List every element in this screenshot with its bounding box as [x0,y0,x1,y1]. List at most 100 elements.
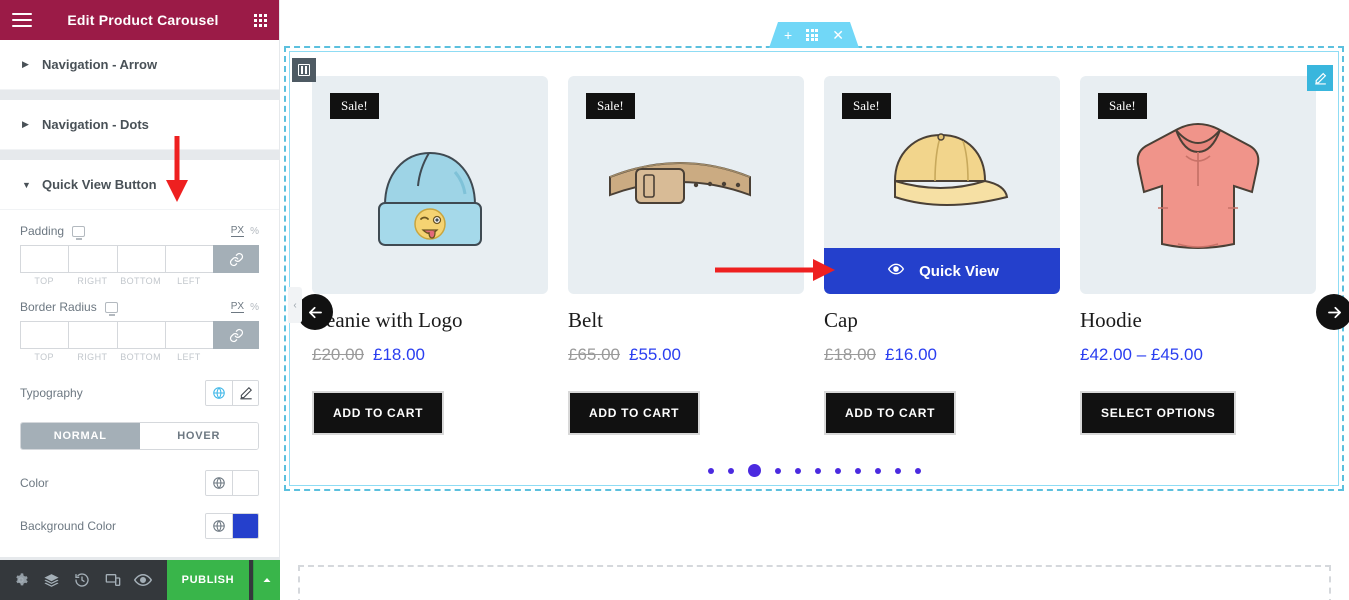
arrow-right-icon[interactable] [1316,294,1349,330]
link-icon[interactable] [213,321,259,349]
chevron-down-icon: ▼ [22,180,30,190]
carousel-dot[interactable] [708,468,714,474]
carousel-dot[interactable] [895,468,901,474]
add-to-cart-button[interactable]: ADD TO CART [568,391,700,435]
unit-px[interactable]: PX [231,225,244,237]
hoodie-illustration [1118,100,1278,270]
product-card[interactable]: Sale! [824,76,1060,435]
typography-buttons [205,380,259,406]
column-icon[interactable] [292,58,316,82]
color-buttons [205,470,259,496]
background-color-buttons [205,513,259,539]
section-label: Navigation - Dots [42,117,149,132]
status-badge: Sale! [1098,93,1147,119]
desktop-icon[interactable] [72,226,85,237]
product-thumbnail[interactable]: Sale! [824,76,1060,294]
tab-hover[interactable]: HOVER [140,423,259,449]
product-card[interactable]: Sale! Belt [568,76,804,435]
product-card[interactable]: Sale! Hoodie £42.00 – £45.00 [1080,76,1316,435]
page-title: Edit Product Carousel [32,12,254,28]
arrow-left-icon[interactable] [297,294,333,330]
section-quick-view-button[interactable]: ▼ Quick View Button [0,160,279,210]
history-icon[interactable] [69,560,96,600]
quick-view-button[interactable]: Quick View [824,248,1060,294]
background-color-label: Background Color [20,519,116,533]
unit-percent[interactable]: % [250,226,259,237]
section-label: Quick View Button [42,177,157,192]
radius-left-input[interactable] [165,321,213,349]
carousel-dot[interactable] [795,468,801,474]
padding-top-input[interactable] [20,245,68,273]
radius-top-input[interactable] [20,321,68,349]
select-options-button[interactable]: SELECT OPTIONS [1080,391,1236,435]
close-icon[interactable]: ✕ [832,28,844,42]
border-radius-units[interactable]: PX % [231,301,259,313]
chevron-right-icon: ▶ [22,59,30,70]
layers-icon[interactable] [39,560,66,600]
background-color-swatch[interactable] [232,514,258,538]
carousel-dot[interactable] [835,468,841,474]
color-swatch[interactable] [232,471,258,495]
carousel-dot[interactable] [775,468,781,474]
padding-inputs [20,245,259,273]
link-icon[interactable] [213,245,259,273]
border-radius-control-header: Border Radius PX % [20,286,259,314]
drop-area[interactable] [298,565,1331,600]
padding-bottom-input[interactable] [117,245,165,273]
chevron-up-icon[interactable] [253,560,280,600]
sale-price: £55.00 [629,345,681,365]
padding-units[interactable]: PX % [231,225,259,237]
add-to-cart-button[interactable]: ADD TO CART [312,391,444,435]
globe-icon[interactable] [206,514,232,538]
border-radius-label: Border Radius [20,300,97,314]
radius-right-input[interactable] [68,321,116,349]
preview-icon[interactable] [130,560,157,600]
state-tabs: NORMAL HOVER [20,422,259,450]
responsive-icon[interactable] [100,560,127,600]
carousel-dot[interactable] [855,468,861,474]
padding-right-input[interactable] [68,245,116,273]
carousel-dot[interactable] [875,468,881,474]
radius-bottom-input[interactable] [117,321,165,349]
belt-illustration [596,125,776,245]
grid-icon[interactable] [806,29,818,41]
globe-icon[interactable] [206,471,232,495]
spacer [213,352,259,362]
globe-icon[interactable] [206,381,232,405]
chevron-left-icon[interactable]: ‹ [288,287,302,323]
product-title[interactable]: Belt [568,308,804,333]
section-navigation-arrow[interactable]: ▶ Navigation - Arrow [0,40,279,90]
product-card[interactable]: Sale! [312,76,548,435]
padding-left-input[interactable] [165,245,213,273]
desktop-icon[interactable] [105,302,118,313]
unit-percent[interactable]: % [250,302,259,313]
product-thumbnail[interactable]: Sale! [312,76,548,294]
product-title[interactable]: Hoodie [1080,308,1316,333]
beanie-illustration [355,110,505,260]
tab-normal[interactable]: NORMAL [21,423,140,449]
unit-px[interactable]: PX [231,301,244,313]
typography-label: Typography [20,386,83,400]
panel-footer: PUBLISH [0,560,280,600]
carousel-dot[interactable] [728,468,734,474]
typography-label-group: Typography [20,386,83,400]
hamburger-icon[interactable] [12,13,32,28]
pencil-icon[interactable] [232,381,258,405]
settings-icon[interactable] [8,560,35,600]
section-navigation-dots[interactable]: ▶ Navigation - Dots [0,100,279,150]
publish-button[interactable]: PUBLISH [167,560,250,600]
pencil-icon[interactable] [1307,65,1333,91]
label-bottom: BOTTOM [117,352,165,362]
label-left: LEFT [165,352,213,362]
padding-arrow [166,136,188,202]
product-title[interactable]: Beanie with Logo [312,308,548,333]
product-thumbnail[interactable]: Sale! [1080,76,1316,294]
carousel-dot[interactable] [815,468,821,474]
carousel-dot[interactable] [748,464,761,477]
carousel-dot[interactable] [915,468,921,474]
product-list: Sale! [312,76,1322,435]
product-title[interactable]: Cap [824,308,1060,333]
plus-icon[interactable]: + [784,28,792,42]
add-to-cart-button[interactable]: ADD TO CART [824,391,956,435]
grid-icon[interactable] [254,14,267,27]
